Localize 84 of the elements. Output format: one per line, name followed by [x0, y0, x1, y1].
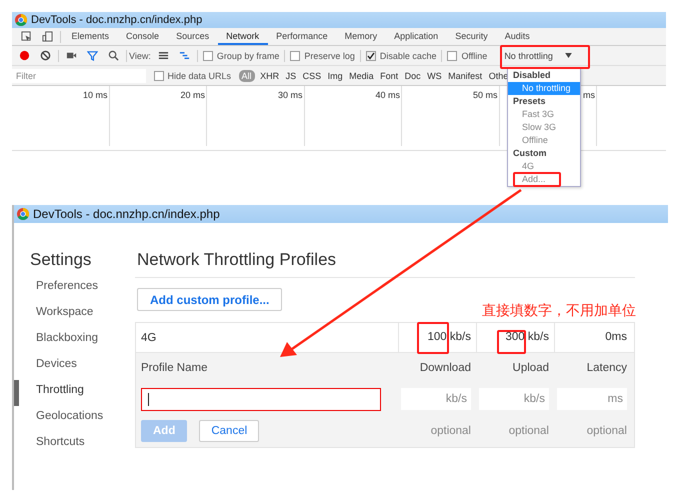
record-icon[interactable]	[19, 50, 30, 61]
column-header: Profile Name	[141, 362, 208, 374]
table-cell: 0ms	[605, 331, 627, 343]
input-field[interactable]: kb/s	[401, 388, 471, 410]
browser-logo-icon	[17, 208, 29, 220]
sidebar-item[interactable]: Preferences	[14, 276, 135, 302]
table-cell: 4G	[141, 332, 156, 344]
type-filter[interactable]: JS	[284, 70, 298, 82]
annotation-text: 直接填数字，不用加单位	[482, 302, 636, 320]
filter-icon[interactable]	[87, 50, 98, 61]
type-filter[interactable]: Doc	[404, 70, 422, 82]
filter-field[interactable]: Filter	[12, 68, 146, 82]
type-filter[interactable]: WS	[426, 70, 443, 82]
table-cell: 300 kb/s	[506, 331, 549, 343]
menu-option[interactable]: Fast 3G	[508, 108, 580, 121]
type-filter[interactable]: Othe	[488, 70, 510, 82]
hint-text: optional	[586, 425, 627, 437]
type-filter[interactable]: Manifest	[447, 70, 484, 82]
sidebar-item[interactable]: Workspace	[14, 302, 135, 328]
time-label: 10 ms	[82, 90, 108, 100]
search-icon[interactable]	[108, 50, 119, 61]
menu-option[interactable]: Slow 3G	[508, 121, 580, 134]
sidebar-item[interactable]: Devices	[14, 354, 135, 380]
add-profile-button[interactable]: Add custom profile...	[137, 288, 282, 311]
time-label: 40 ms	[375, 90, 400, 100]
device-icon[interactable]	[42, 31, 53, 42]
time-label: 20 ms	[180, 90, 205, 100]
input-field[interactable]: ms	[557, 388, 627, 410]
sidebar-item[interactable]: Geolocations	[14, 406, 135, 432]
inspect-icon[interactable]	[21, 31, 32, 42]
sidebar-item[interactable]: Blackboxing	[14, 328, 135, 354]
checkbox-option[interactable]: Group by frame	[202, 50, 280, 60]
column-header: Upload	[512, 362, 549, 374]
panel-tab[interactable]: Elements	[63, 28, 118, 45]
throttling-select[interactable]: No throttling	[504, 50, 572, 60]
window-title: DevTools - doc.nnzhp.cn/index.php	[33, 207, 220, 221]
checkbox-option[interactable]: Preserve log	[290, 50, 355, 60]
checkmark-icon	[366, 52, 375, 60]
page-heading: Network Throttling Profiles	[135, 250, 635, 278]
cancel-button[interactable]: Cancel	[199, 420, 260, 442]
column-header: Latency	[586, 362, 627, 374]
menu-option[interactable]: Offline	[508, 134, 580, 147]
column-header: Download	[420, 362, 471, 374]
checkbox-option[interactable]: Disable cache	[366, 50, 436, 60]
hint-text: optional	[508, 425, 549, 437]
type-filter[interactable]: Img	[326, 70, 344, 82]
input-field[interactable]: kb/s	[479, 388, 549, 410]
menu-option[interactable]: Add...	[508, 173, 580, 186]
panel-tab[interactable]: Performance	[268, 28, 336, 45]
panel-tab[interactable]: Security	[446, 28, 496, 45]
type-filter[interactable]: Font	[379, 70, 400, 82]
highlight-frame	[417, 322, 449, 354]
list-view-icon[interactable]	[158, 50, 169, 61]
browser-logo-icon	[15, 14, 27, 26]
type-filter[interactable]: Media	[348, 70, 375, 82]
window-title: DevTools - doc.nnzhp.cn/index.php	[31, 14, 202, 26]
time-label: 30 ms	[278, 90, 302, 100]
sidebar-item[interactable]: Shortcuts	[14, 432, 135, 458]
panel-tab[interactable]: Sources	[168, 28, 218, 45]
menu-option[interactable]: 4G	[508, 160, 580, 173]
panel-tab[interactable]: Console	[118, 28, 168, 45]
checkbox-option[interactable]: Hide data URLs	[154, 70, 232, 80]
panel-tab[interactable]: Memory	[336, 28, 386, 45]
type-filter[interactable]: CSS	[302, 70, 322, 82]
camera-icon[interactable]	[66, 50, 77, 61]
highlight-frame	[497, 330, 526, 354]
clear-icon[interactable]	[40, 50, 51, 61]
caret-icon	[564, 53, 572, 58]
checkbox-option[interactable]: Offline	[447, 50, 488, 60]
settings-title: Settings	[29, 250, 92, 270]
hint-text: optional	[430, 425, 471, 437]
highlight-frame	[513, 172, 561, 187]
panel-tab[interactable]: Application	[386, 28, 447, 45]
panel-tab[interactable]: Audits	[496, 28, 538, 45]
time-label: ms	[583, 90, 595, 100]
waterfall-view-icon[interactable]	[178, 50, 190, 61]
table-cell: 100 kb/s	[428, 331, 471, 343]
menu-group-header: Custom	[512, 147, 548, 160]
time-label: 50 ms	[472, 90, 498, 100]
menu-group-header: Presets	[512, 95, 547, 108]
view-label: View:	[129, 50, 151, 60]
type-filter[interactable]: XHR	[259, 70, 280, 82]
profile-name-field[interactable]	[141, 388, 381, 410]
menu-group-header: Disabled	[512, 69, 552, 82]
